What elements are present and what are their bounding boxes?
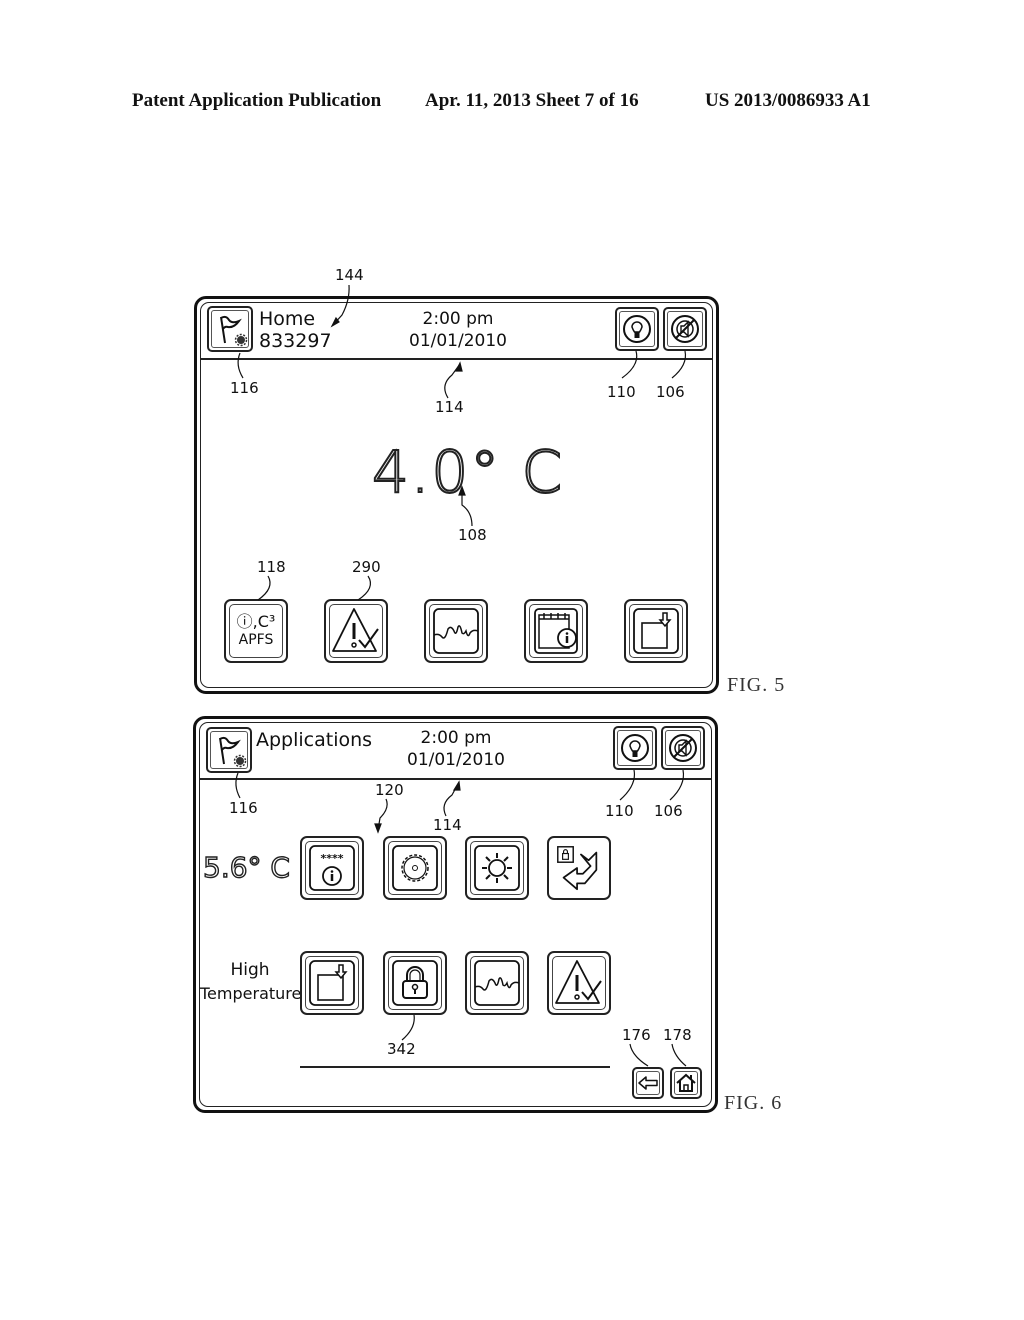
brightness-icon bbox=[474, 845, 520, 891]
ref-176: 176 bbox=[622, 1026, 651, 1044]
fig6-date: 01/01/2010 bbox=[407, 750, 505, 770]
fig6-app-alarm-button[interactable] bbox=[547, 951, 611, 1015]
ref-290: 290 bbox=[352, 558, 381, 576]
ref-110: 110 bbox=[607, 383, 636, 401]
fig5-menu-button[interactable] bbox=[207, 306, 253, 352]
fig5-app-alarm-button[interactable] bbox=[324, 599, 388, 663]
ref-110-fig6: 110 bbox=[605, 802, 634, 820]
fig5-temperature-readout: 4.0° C bbox=[371, 437, 565, 507]
fig6-home-button[interactable] bbox=[670, 1067, 702, 1099]
fig5-light-button[interactable] bbox=[615, 307, 659, 351]
ref-178: 178 bbox=[663, 1026, 692, 1044]
ref-116-fig6: 116 bbox=[229, 799, 258, 817]
publication-number: US 2013/0086933 A1 bbox=[705, 90, 871, 111]
ref-106-fig6: 106 bbox=[654, 802, 683, 820]
alarm-acknowledge-icon bbox=[555, 960, 602, 1004]
fig5-screen-title: Home bbox=[259, 308, 316, 330]
ref-106: 106 bbox=[656, 383, 685, 401]
calendar-info-icon bbox=[534, 608, 578, 654]
publication-date-sheet: Apr. 11, 2013 Sheet 7 of 16 bbox=[425, 90, 639, 111]
download-icon bbox=[633, 608, 679, 654]
flag-gear-icon bbox=[220, 315, 248, 347]
fig5-app-download-button[interactable] bbox=[624, 599, 688, 663]
fig5-app-apfs-button[interactable]: ⓘ,C³ APFS bbox=[224, 599, 288, 663]
flag-gear-icon bbox=[219, 736, 247, 768]
fig6-app-lock-button[interactable] bbox=[383, 951, 447, 1015]
graph-icon bbox=[433, 608, 479, 654]
fig6-screen-title: Applications bbox=[256, 729, 373, 751]
fig5-screen-id: 833297 bbox=[259, 330, 332, 352]
lock-return-icon bbox=[557, 846, 598, 891]
ref-114: 114 bbox=[435, 398, 464, 416]
lightbulb-icon bbox=[621, 734, 649, 762]
fig6-status-line2: Temperature bbox=[200, 984, 302, 1003]
mute-speaker-icon bbox=[669, 734, 697, 762]
fig6-app-download-button[interactable] bbox=[300, 951, 364, 1015]
lock-icon bbox=[392, 960, 438, 1006]
fig6-app-brightness-button[interactable] bbox=[465, 836, 529, 900]
fig6-app-lock-return-button[interactable] bbox=[547, 836, 611, 900]
fig6-mute-button[interactable] bbox=[661, 726, 705, 770]
fig6-app-password-info-button[interactable]: **** bbox=[300, 836, 364, 900]
fig6-screen-frame bbox=[193, 716, 718, 1113]
fig6-back-button[interactable] bbox=[632, 1067, 664, 1099]
ref-342: 342 bbox=[387, 1040, 416, 1058]
ref-144: 144 bbox=[335, 266, 364, 284]
fig5-date: 01/01/2010 bbox=[409, 331, 507, 351]
fig6-label: FIG. 6 bbox=[724, 1092, 783, 1114]
ref-118: 118 bbox=[257, 558, 286, 576]
fig5-app-calendar-button[interactable] bbox=[524, 599, 588, 663]
ref-114-fig6: 114 bbox=[433, 816, 462, 834]
settings-gear-icon bbox=[392, 845, 438, 891]
apfs-icon-line2: APFS bbox=[238, 632, 274, 648]
fig5-app-graph-button[interactable] bbox=[424, 599, 488, 663]
fig6-light-button[interactable] bbox=[613, 726, 657, 770]
fig6-app-settings-button[interactable] bbox=[383, 836, 447, 900]
ref-120: 120 bbox=[375, 781, 404, 799]
fig5-time: 2:00 pm bbox=[422, 309, 494, 329]
password-mask-text: **** bbox=[320, 852, 343, 865]
graph-icon bbox=[474, 960, 520, 1006]
lightbulb-icon bbox=[623, 315, 651, 343]
publication-title: Patent Application Publication bbox=[132, 90, 382, 111]
password-info-icon: **** bbox=[309, 845, 355, 891]
fig6-temperature-readout: 5.6° C bbox=[202, 850, 290, 884]
fig6-app-graph-button[interactable] bbox=[465, 951, 529, 1015]
back-arrow-icon bbox=[638, 1076, 658, 1090]
fig6-status-line1: High bbox=[230, 960, 270, 980]
fig5-label: FIG. 5 bbox=[727, 674, 786, 696]
apfs-icon-line1: ⓘ,C³ bbox=[236, 612, 276, 631]
ref-108: 108 bbox=[458, 526, 487, 544]
fig6-menu-button[interactable] bbox=[206, 727, 252, 773]
fig6-time: 2:00 pm bbox=[420, 728, 492, 748]
fig5-mute-button[interactable] bbox=[663, 307, 707, 351]
mute-speaker-icon bbox=[671, 315, 699, 343]
fig6-separator-line bbox=[300, 1066, 610, 1068]
fig6-screen bbox=[199, 722, 712, 1107]
download-icon bbox=[309, 960, 355, 1006]
home-icon bbox=[676, 1073, 696, 1092]
alarm-acknowledge-icon bbox=[332, 608, 379, 652]
ref-116: 116 bbox=[230, 379, 259, 397]
